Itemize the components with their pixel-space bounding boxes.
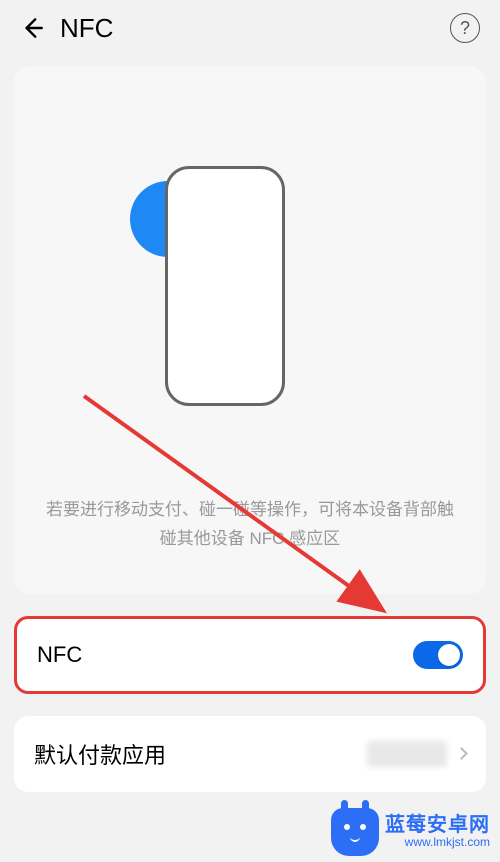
help-button[interactable]: ? <box>450 13 480 43</box>
nfc-toggle-label: NFC <box>37 642 82 668</box>
nfc-hint-text: 若要进行移动支付、碰一碰等操作，可将本设备背部触碰其他设备 NFC 感应区 <box>34 496 466 554</box>
page-title: NFC <box>60 13 450 44</box>
help-icon: ? <box>460 18 470 39</box>
chevron-right-icon <box>455 747 468 760</box>
back-arrow-icon <box>19 15 45 41</box>
phone-graphic <box>150 166 350 456</box>
nfc-toggle-switch[interactable] <box>413 641 463 669</box>
default-payment-value-group <box>367 741 466 767</box>
watermark: 蓝莓安卓网 www.lmkjst.com <box>331 808 490 856</box>
nfc-toggle-row[interactable]: NFC <box>14 616 486 694</box>
nfc-illustration: 若要进行移动支付、碰一碰等操作，可将本设备背部触碰其他设备 NFC 感应区 <box>14 66 486 594</box>
watermark-mascot-icon <box>331 808 379 856</box>
default-payment-value-blurred <box>367 741 447 767</box>
watermark-url: www.lmkjst.com <box>405 836 490 849</box>
header: NFC ? <box>0 0 500 56</box>
default-payment-row[interactable]: 默认付款应用 <box>14 716 486 792</box>
default-payment-label: 默认付款应用 <box>34 738 166 770</box>
phone-outline-icon <box>165 166 285 406</box>
watermark-title: 蓝莓安卓网 <box>385 814 490 836</box>
back-button[interactable] <box>14 10 50 46</box>
